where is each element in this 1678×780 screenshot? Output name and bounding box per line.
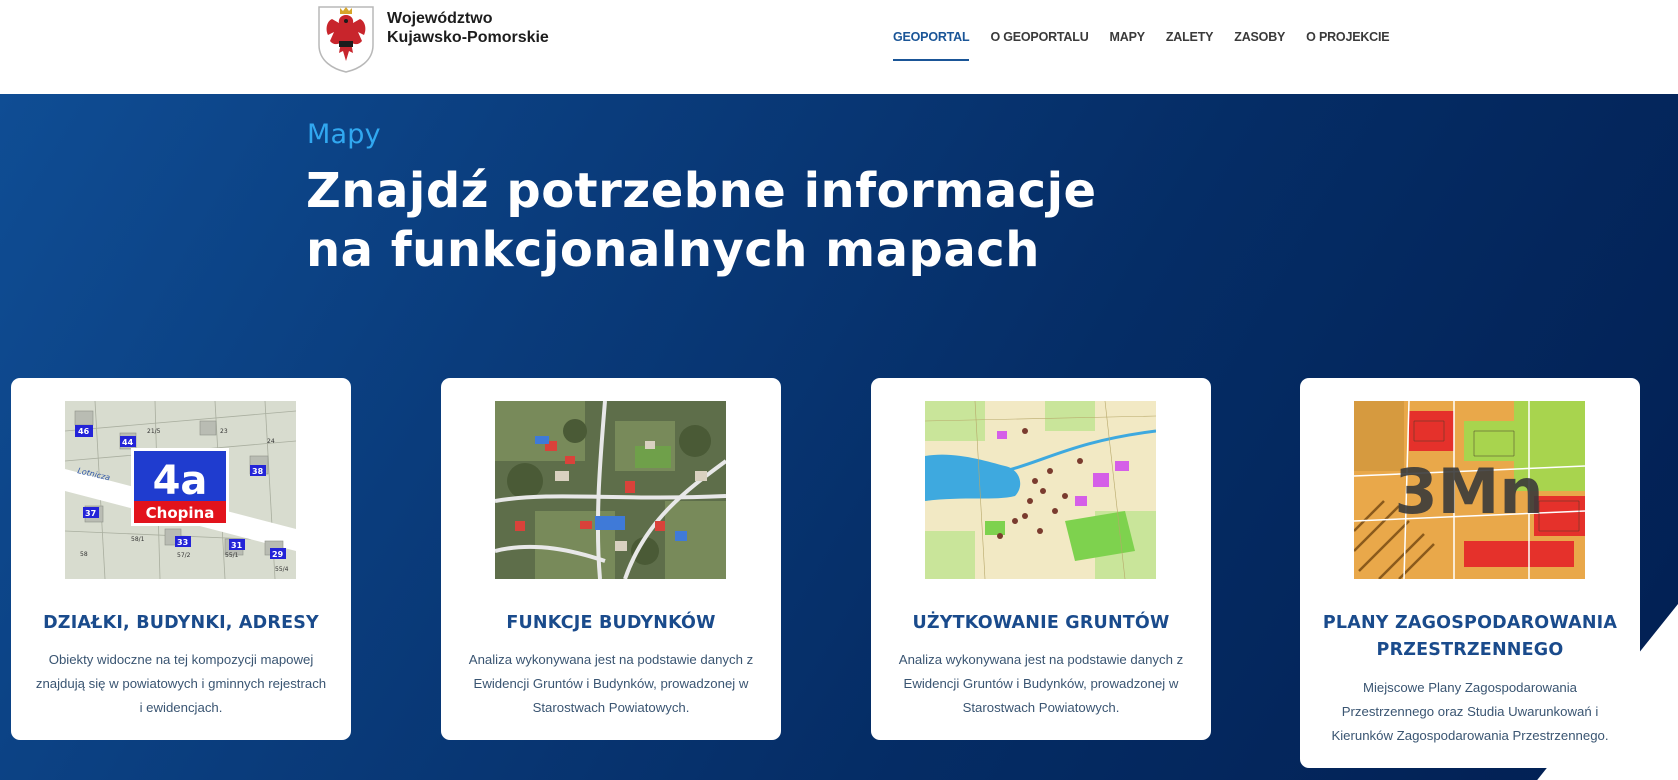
map-thumbnail-zoning-plans: 3Mn (1354, 401, 1585, 579)
card-description: Analiza wykonywana jest na podstawie dan… (898, 652, 1184, 715)
nav-zasoby[interactable]: ZASOBY (1234, 30, 1285, 61)
section-eyebrow: Mapy (307, 119, 381, 150)
logo-text: Województwo Kujawsko-Pomorskie (387, 9, 549, 47)
parcel-number: 21/5 (147, 428, 161, 435)
map-card-plany-zagospodarowania[interactable]: 3Mn PLANY ZAGOSPODAROWANIA PRZESTRZENNEG… (1300, 378, 1640, 768)
address-tag: 46 (78, 427, 90, 436)
map-card-dzialki[interactable]: 46 44 38 37 33 31 29 21/5 23 24 58/1 57/… (11, 378, 351, 740)
map-thumbnail-parcels: 46 44 38 37 33 31 29 21/5 23 24 58/1 57/… (65, 401, 296, 579)
parcel-number: 23 (220, 428, 228, 435)
parcel-number: 24 (267, 438, 275, 445)
map-card-uzytkowanie-gruntow[interactable]: UŻYTKOWANIE GRUNTÓW Analiza wykonywana j… (871, 378, 1211, 740)
card-description: Analiza wykonywana jest na podstawie dan… (468, 652, 754, 715)
parcel-number: 58 (80, 551, 88, 558)
card-title: PLANY ZAGOSPODAROWANIA PRZESTRZENNEGO (1322, 613, 1618, 660)
card-title: DZIAŁKI, BUDYNKI, ADRESY (43, 613, 319, 633)
parcel-number: 55/1 (225, 552, 239, 559)
parcel-number: 57/2 (177, 552, 191, 559)
nav-o-geoportalu[interactable]: O GEOPORTALU (990, 30, 1088, 61)
street-sign-label: Chopina (146, 504, 215, 522)
map-card-funkcje-budynkow[interactable]: FUNKCJE BUDYNKÓW Analiza wykonywana jest… (441, 378, 781, 740)
nav-o-projekcie[interactable]: O PROJEKCIE (1306, 30, 1389, 61)
parcel-number: 55/4 (275, 566, 289, 573)
nav-geoportal[interactable]: GEOPORTAL (893, 30, 970, 61)
address-tag: 31 (231, 541, 243, 550)
address-tag: 33 (177, 538, 188, 547)
logo-line-1: Województwo (387, 10, 493, 27)
card-description: Miejscowe Plany Zagospodarowania Przestr… (1331, 680, 1609, 743)
address-tag: 29 (272, 550, 284, 559)
address-number-label: 4a (153, 458, 208, 504)
site-header: Województwo Kujawsko-Pomorskie GEOPORTAL… (0, 0, 1678, 94)
parcel-number: 58/1 (131, 536, 145, 543)
address-tag: 38 (252, 467, 264, 476)
card-title: FUNKCJE BUDYNKÓW (506, 613, 716, 633)
map-thumbnail-land-use (925, 401, 1156, 579)
card-title: UŻYTKOWANIE GRUNTÓW (912, 613, 1170, 633)
address-tag: 44 (122, 438, 134, 447)
hero-headline: Znajdź potrzebne informacje na funkcjona… (306, 162, 1097, 280)
headline-line-2: na funkcjonalnych mapach (306, 222, 1040, 278)
main-navigation: GEOPORTAL O GEOPORTALU MAPY ZALETY ZASOB… (893, 30, 1410, 61)
card-description: Obiekty widoczne na tej kompozycji mapow… (35, 652, 327, 715)
coat-of-arms-icon (318, 6, 374, 73)
address-tag: 37 (85, 509, 96, 518)
site-logo[interactable]: Województwo Kujawsko-Pomorskie (317, 5, 549, 73)
headline-line-1: Znajdź potrzebne informacje (306, 163, 1097, 219)
zoning-code-label: 3Mn (1395, 455, 1544, 528)
hero-section: Mapy Znajdź potrzebne informacje na funk… (0, 94, 1678, 780)
nav-zalety[interactable]: ZALETY (1166, 30, 1214, 61)
logo-line-2: Kujawsko-Pomorskie (387, 29, 549, 46)
nav-mapy[interactable]: MAPY (1110, 30, 1146, 61)
map-thumbnail-buildings (495, 401, 726, 579)
